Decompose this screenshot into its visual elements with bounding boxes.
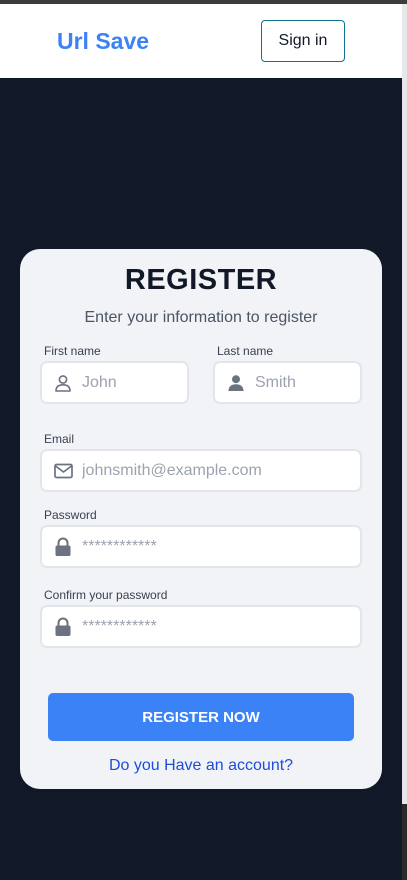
last-name-label: Last name	[217, 344, 274, 358]
register-now-button[interactable]: REGISTER NOW	[48, 693, 354, 741]
confirm-password-field[interactable]	[40, 605, 362, 648]
register-subtitle: Enter your information to register	[84, 309, 318, 326]
confirm-password-label: Confirm your password	[44, 588, 168, 602]
password-input[interactable]	[82, 527, 354, 566]
scrollbar-thumb[interactable]	[402, 4, 407, 804]
password-field[interactable]	[40, 525, 362, 568]
user-solid-icon	[226, 373, 246, 393]
last-name-input[interactable]	[255, 363, 354, 402]
brand-logo[interactable]: Url Save	[57, 28, 149, 55]
email-field[interactable]	[40, 449, 362, 492]
first-name-field[interactable]	[40, 361, 189, 404]
confirm-password-input[interactable]	[82, 607, 354, 646]
first-name-input[interactable]	[82, 363, 181, 402]
sign-in-button[interactable]: Sign in	[261, 20, 345, 62]
lock-icon	[53, 617, 73, 637]
register-card: REGISTER Enter your information to regis…	[20, 249, 382, 789]
last-name-field[interactable]	[213, 361, 362, 404]
first-name-label: First name	[44, 344, 101, 358]
user-outline-icon	[53, 373, 73, 393]
have-account-link[interactable]: Do you Have an account?	[20, 757, 382, 775]
email-input[interactable]	[82, 451, 354, 490]
register-title: REGISTER	[124, 264, 278, 296]
password-label: Password	[44, 508, 97, 522]
email-label: Email	[44, 432, 75, 446]
navbar: Url Save Sign in	[0, 4, 402, 78]
lock-icon	[53, 537, 73, 557]
envelope-icon	[53, 461, 73, 481]
